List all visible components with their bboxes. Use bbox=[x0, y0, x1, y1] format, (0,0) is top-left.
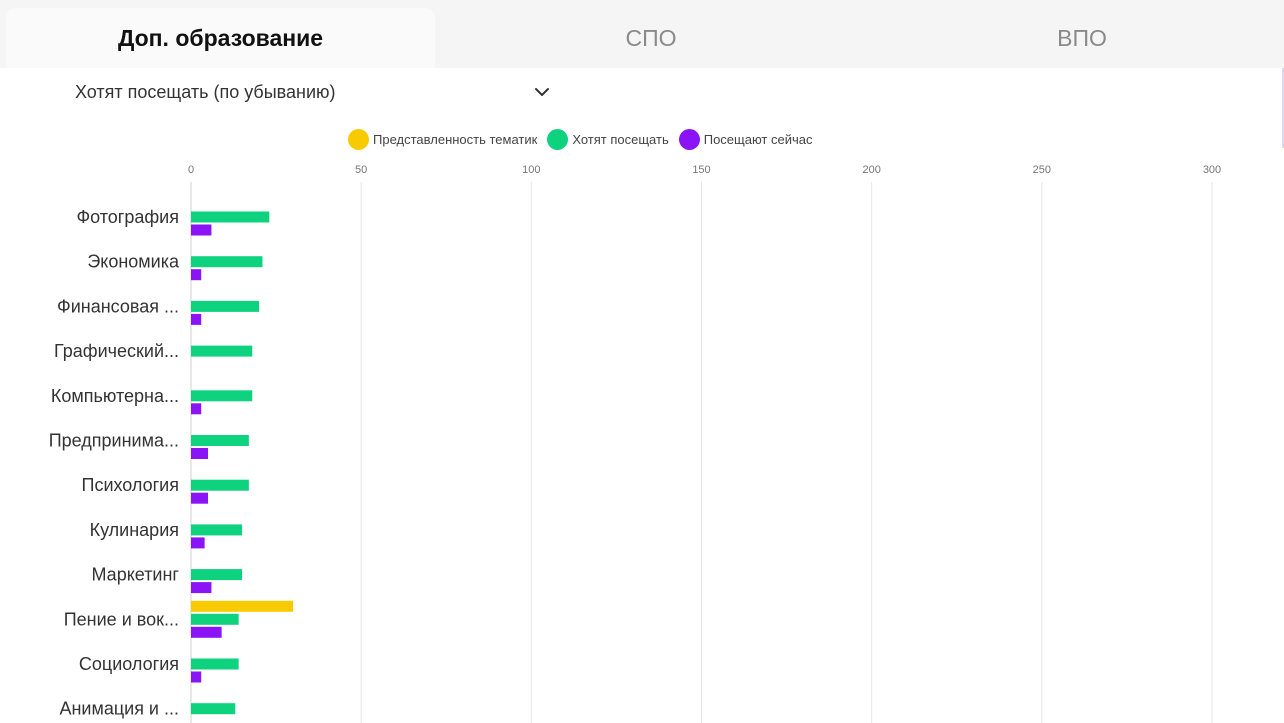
x-tick-label: 150 bbox=[692, 164, 710, 176]
bar bbox=[191, 313, 202, 325]
bar bbox=[191, 224, 212, 236]
bar bbox=[191, 269, 202, 281]
bar bbox=[191, 390, 253, 402]
category-label: Финансовая ... bbox=[57, 296, 179, 316]
category-label: Психология bbox=[82, 475, 180, 495]
category-label: Социология bbox=[79, 654, 179, 674]
bar bbox=[191, 345, 253, 357]
bar bbox=[191, 703, 236, 715]
bar bbox=[191, 613, 239, 625]
bar bbox=[191, 582, 212, 594]
bar bbox=[191, 256, 263, 268]
legend-dot bbox=[547, 128, 569, 150]
legend-dot bbox=[348, 128, 369, 150]
sort-select-value: Хотят посещать (по убыванию) bbox=[75, 81, 336, 102]
bar bbox=[191, 211, 270, 223]
bar bbox=[191, 403, 202, 415]
category-label: Пение и вок... bbox=[64, 609, 179, 629]
legend-label: Хотят посещать bbox=[572, 131, 669, 147]
legend-item-attend[interactable]: Посещают сейчас bbox=[678, 128, 813, 150]
bar bbox=[191, 524, 243, 536]
tab-spo[interactable]: СПО bbox=[435, 8, 867, 68]
bar-chart: 0 50 100 150 200 250 300 Фотография Экономика Фин… bbox=[49, 164, 1221, 723]
category-label: Графический... bbox=[54, 341, 179, 361]
bar bbox=[191, 537, 205, 549]
category-label: Компьютерна... bbox=[51, 386, 179, 406]
category-label: Экономика bbox=[87, 252, 180, 272]
category-label: Анимация и ... bbox=[59, 699, 179, 719]
chevron-down-icon bbox=[535, 88, 549, 96]
tab-bar: Доп. образование СПО ВПО bbox=[0, 0, 1284, 70]
category-label: Фотография bbox=[76, 207, 179, 227]
bar bbox=[191, 448, 209, 459]
x-tick-label: 0 bbox=[188, 164, 194, 176]
x-tick-label: 200 bbox=[862, 164, 880, 176]
category-label: Маркетинг bbox=[91, 565, 179, 585]
bar bbox=[191, 435, 249, 446]
chart-legend: Представленность тематик Хотят посещать … bbox=[348, 127, 813, 151]
legend-label: Посещают сейчас bbox=[703, 131, 813, 147]
x-tick-label: 300 bbox=[1203, 164, 1221, 176]
bar bbox=[191, 479, 249, 491]
x-tick-label: 100 bbox=[522, 164, 540, 176]
tab-vpo[interactable]: ВПО bbox=[867, 8, 1284, 68]
sort-select[interactable]: Хотят посещать (по убыванию) bbox=[62, 76, 552, 108]
legend-item-want[interactable]: Хотят посещать bbox=[547, 128, 669, 150]
bar bbox=[191, 626, 222, 638]
tab-dop-education[interactable]: Доп. образование bbox=[6, 8, 435, 68]
bar bbox=[191, 569, 243, 581]
bar bbox=[191, 600, 294, 612]
legend-label: Представленность тематик bbox=[373, 131, 538, 147]
category-label: Предпринима... bbox=[49, 431, 179, 451]
bar bbox=[191, 300, 260, 312]
x-tick-label: 250 bbox=[1033, 164, 1051, 176]
bar bbox=[191, 671, 202, 683]
category-label: Кулинария bbox=[90, 520, 179, 540]
bar bbox=[191, 492, 209, 504]
legend-dot bbox=[678, 128, 700, 150]
bar bbox=[191, 658, 239, 670]
legend-item-representation[interactable]: Представленность тематик bbox=[348, 128, 538, 150]
x-tick-label: 50 bbox=[355, 164, 367, 176]
